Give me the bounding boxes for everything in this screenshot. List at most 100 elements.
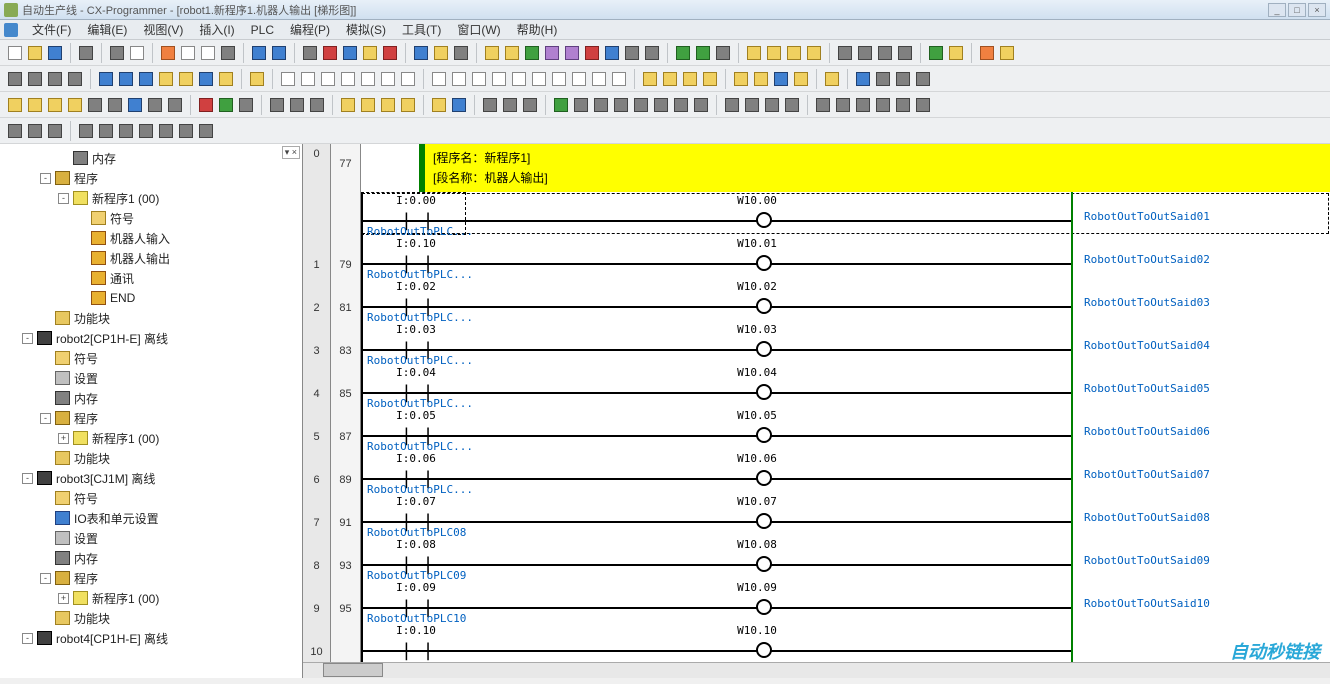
- rising-button[interactable]: [550, 70, 568, 88]
- vline-button[interactable]: [399, 70, 417, 88]
- menu-view[interactable]: 视图(V): [135, 19, 191, 40]
- coil-icon[interactable]: [756, 642, 772, 658]
- menu-simulate[interactable]: 模拟(S): [338, 19, 394, 40]
- tree-node[interactable]: 内存: [4, 388, 300, 408]
- rung-body[interactable]: I:0.06| |RobotOutToPLC...W10.06RobotOutT…: [361, 450, 1330, 493]
- hline-button[interactable]: [379, 70, 397, 88]
- tree-node[interactable]: 内存: [4, 548, 300, 568]
- tree-expander[interactable]: +: [58, 433, 69, 444]
- tree-node[interactable]: -程序: [4, 168, 300, 188]
- d3-button[interactable]: [521, 96, 539, 114]
- end-button[interactable]: [692, 96, 710, 114]
- close-button[interactable]: ×: [1308, 3, 1326, 17]
- d1-button[interactable]: [481, 96, 499, 114]
- u2-button[interactable]: [752, 70, 770, 88]
- section4-button[interactable]: [896, 44, 914, 62]
- ladder-rung[interactable]: 383I:0.03| |RobotOutToPLC...W10.03RobotO…: [303, 321, 1330, 364]
- ladder-rung[interactable]: I:0.00| |RobotOutToPLC...W10.00RobotOutT…: [303, 192, 1330, 235]
- tree-expander[interactable]: -: [40, 413, 51, 424]
- section3-button[interactable]: [876, 44, 894, 62]
- tree-expander[interactable]: -: [58, 193, 69, 204]
- tree-node[interactable]: 功能块: [4, 448, 300, 468]
- sim2-button[interactable]: [450, 96, 468, 114]
- detail-button[interactable]: [137, 70, 155, 88]
- num10-button[interactable]: [268, 96, 286, 114]
- a5-button[interactable]: [86, 96, 104, 114]
- coil-icon[interactable]: [756, 341, 772, 357]
- e1-button[interactable]: [723, 96, 741, 114]
- fb-button[interactable]: [490, 70, 508, 88]
- coil-icon[interactable]: [756, 599, 772, 615]
- print-button[interactable]: [108, 44, 126, 62]
- w2-button[interactable]: [874, 70, 892, 88]
- b3-button[interactable]: [237, 96, 255, 114]
- g2-button[interactable]: [26, 122, 44, 140]
- f3-button[interactable]: [854, 96, 872, 114]
- contact-or-button[interactable]: [339, 70, 357, 88]
- tree-expander[interactable]: +: [58, 593, 69, 604]
- tree-expander[interactable]: -: [22, 473, 33, 484]
- monitor-button[interactable]: [523, 44, 541, 62]
- tree-node[interactable]: 机器人输入: [4, 228, 300, 248]
- contact-no-button[interactable]: [299, 70, 317, 88]
- tree-node[interactable]: END: [4, 288, 300, 308]
- t3-button[interactable]: [681, 70, 699, 88]
- watch-button[interactable]: [785, 44, 803, 62]
- coil-icon[interactable]: [756, 470, 772, 486]
- replace-button[interactable]: [321, 44, 339, 62]
- ladder-rung[interactable]: 587I:0.05| |RobotOutToPLC...W10.05RobotO…: [303, 407, 1330, 450]
- stop-button[interactable]: [643, 44, 661, 62]
- e4-button[interactable]: [783, 96, 801, 114]
- addr-button[interactable]: [805, 44, 823, 62]
- section1-button[interactable]: [836, 44, 854, 62]
- tree-node[interactable]: 符号: [4, 348, 300, 368]
- verify-button[interactable]: [714, 44, 732, 62]
- undo-button[interactable]: [250, 44, 268, 62]
- zoom-in-button[interactable]: [46, 70, 64, 88]
- ladder-rung[interactable]: 893I:0.08| |RobotOutToPLC09W10.08RobotOu…: [303, 536, 1330, 579]
- tree-node[interactable]: 功能块: [4, 608, 300, 628]
- context-help-button[interactable]: [452, 44, 470, 62]
- a3-button[interactable]: [46, 96, 64, 114]
- tree-node[interactable]: 符号: [4, 488, 300, 508]
- t1-button[interactable]: [641, 70, 659, 88]
- tree-node[interactable]: +新程序1 (00): [4, 588, 300, 608]
- not-button[interactable]: [590, 70, 608, 88]
- tree-node[interactable]: 通讯: [4, 268, 300, 288]
- w3-button[interactable]: [894, 70, 912, 88]
- menu-plc[interactable]: PLC: [243, 21, 282, 39]
- coil-icon[interactable]: [756, 212, 772, 228]
- new-button[interactable]: [6, 44, 24, 62]
- tree-expander[interactable]: -: [22, 633, 33, 644]
- rung-body[interactable]: I:0.10| |W10.10: [361, 622, 1330, 662]
- comment2-button[interactable]: [177, 70, 195, 88]
- output-button[interactable]: [765, 44, 783, 62]
- comment3-button[interactable]: [197, 70, 215, 88]
- delete-button[interactable]: [219, 44, 237, 62]
- step-button[interactable]: [612, 96, 630, 114]
- rung-body[interactable]: I:0.10| |RobotOutToPLC...W10.01RobotOutT…: [361, 235, 1330, 278]
- t4-button[interactable]: [701, 70, 719, 88]
- c3-button[interactable]: [379, 96, 397, 114]
- g1-button[interactable]: [6, 122, 24, 140]
- menu-file[interactable]: 文件(F): [24, 19, 79, 40]
- section2-button[interactable]: [856, 44, 874, 62]
- contact-no-icon[interactable]: | |: [401, 640, 434, 661]
- g9-button[interactable]: [177, 122, 195, 140]
- comment4-button[interactable]: [217, 70, 235, 88]
- a4-button[interactable]: [66, 96, 84, 114]
- num16-button[interactable]: [308, 96, 326, 114]
- stop2-button[interactable]: [572, 96, 590, 114]
- pause-button[interactable]: [623, 44, 641, 62]
- coil-icon[interactable]: [756, 255, 772, 271]
- ladder-rung[interactable]: 995I:0.09| |RobotOutToPLC10W10.09RobotOu…: [303, 579, 1330, 622]
- b1-button[interactable]: [197, 96, 215, 114]
- g5-button[interactable]: [97, 122, 115, 140]
- f1-button[interactable]: [814, 96, 832, 114]
- minimize-button[interactable]: _: [1268, 3, 1286, 17]
- a1-button[interactable]: [6, 96, 24, 114]
- rung-body[interactable]: I:0.04| |RobotOutToPLC...W10.04RobotOutT…: [361, 364, 1330, 407]
- e3-button[interactable]: [763, 96, 781, 114]
- transfer-to-button[interactable]: [674, 44, 692, 62]
- rung-body[interactable]: I:0.03| |RobotOutToPLC...W10.03RobotOutT…: [361, 321, 1330, 364]
